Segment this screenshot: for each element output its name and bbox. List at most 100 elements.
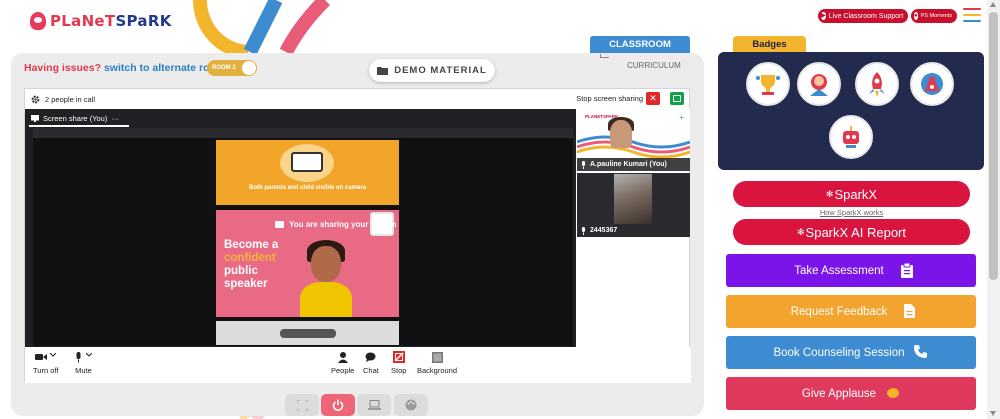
give-applause-button[interactable]: Give Applause — [726, 377, 976, 410]
take-assessment-label: Take Assessment — [794, 264, 884, 277]
gear-icon[interactable] — [31, 95, 40, 104]
video-camera-icon — [35, 354, 48, 360]
demo-material-button[interactable]: DEMO MATERIAL — [369, 59, 495, 82]
robot-badge-icon[interactable] — [829, 115, 873, 159]
shared-screen-content: Both parents and child visible on camera… — [33, 128, 573, 346]
slide-camera-instructions: Both parents and child visible on camera — [216, 140, 399, 205]
request-feedback-button[interactable]: Request Feedback — [726, 295, 976, 328]
stop-share-button[interactable]: Stop — [391, 351, 406, 375]
play-icon: ▶ — [821, 12, 826, 20]
page-scrollbar[interactable] — [987, 0, 1000, 419]
room-toggle[interactable]: ROOM 2 — [207, 60, 257, 76]
palette-button[interactable] — [394, 394, 428, 416]
sparkle-icon: ✻ — [825, 188, 834, 199]
participant-name-tag: A.pauline Kumari (You) — [577, 158, 690, 171]
sparkx-ai-report-button[interactable]: ✻ SparkX AI Report — [733, 219, 970, 245]
chat-button[interactable]: Chat — [363, 351, 379, 375]
background-button[interactable]: Background — [417, 351, 457, 375]
tab-curriculum[interactable]: CURRICULUM — [627, 61, 681, 70]
mute-button[interactable]: Mute — [75, 351, 92, 375]
stop-label: Stop — [391, 366, 407, 375]
speaker-badge-icon[interactable] — [797, 62, 841, 106]
sparkx-report-label: SparkX AI Report — [805, 224, 906, 240]
screen-icon — [275, 221, 284, 228]
stop-share-label: Stop screen sharing — [576, 94, 643, 103]
hamburger-menu-icon[interactable] — [963, 8, 981, 22]
palette-icon — [405, 399, 417, 411]
people-count: 2 people in call — [45, 94, 96, 104]
fullscreen-button[interactable] — [285, 394, 319, 416]
video-call-frame: 2 people in call Stop screen sharing ✕ S… — [24, 88, 691, 383]
stop-share-close-button[interactable]: ✕ — [646, 92, 660, 105]
shared-browser-bar — [33, 128, 573, 138]
folder-icon — [377, 67, 389, 75]
family-tv-icon — [291, 152, 323, 172]
student-illustration — [311, 246, 341, 282]
call-top-bar: 2 people in call Stop screen sharing ✕ — [25, 89, 689, 109]
more-options-icon[interactable]: ··· — [111, 114, 119, 123]
microphone-icon — [582, 226, 585, 235]
chat-bubble-icon — [365, 352, 376, 362]
tab-classroom[interactable]: CLASSROOM — [590, 36, 690, 53]
participant-tile-other[interactable]: 2445367 — [577, 173, 690, 237]
live-support-label: Live Classroom Support — [828, 12, 904, 20]
participant-video — [614, 174, 652, 224]
take-assessment-button[interactable]: Take Assessment — [726, 254, 976, 287]
room-toggle-label: ROOM 2 — [212, 65, 236, 71]
phone-icon — [914, 345, 927, 358]
screen-button[interactable] — [357, 394, 391, 416]
issues-text: Having issues? — [24, 62, 102, 74]
fullscreen-icon — [296, 399, 308, 411]
scrollbar-thumb[interactable] — [989, 12, 998, 280]
clapping-hands-icon — [887, 387, 899, 398]
scroll-up-arrow-icon[interactable] — [990, 2, 996, 7]
ps-moments-button[interactable]: ● PS Moments — [911, 9, 957, 23]
turn-off-label: Turn off — [33, 366, 59, 375]
sharing-message-text: You are sharing your screen — [289, 220, 397, 229]
rocket-badge-icon[interactable] — [855, 62, 899, 106]
slide-headline: Become a confident public speaker — [224, 239, 279, 290]
share-screen-toggle-icon[interactable] — [670, 92, 684, 105]
turn-off-camera-button[interactable]: Turn off — [33, 351, 58, 375]
screen-share-icon — [31, 114, 39, 122]
ps-moments-label: PS Moments — [920, 13, 953, 19]
camera-icon: ● — [914, 12, 918, 20]
chevron-down-icon[interactable] — [50, 353, 57, 357]
presentation-controls — [280, 329, 336, 338]
slide-top-text: Both parents and child visible on camera — [248, 185, 367, 191]
sparkx-button[interactable]: ✻ SparkX — [733, 181, 970, 207]
screen-share-stage: Screen share (You) ··· Both parents and … — [25, 109, 576, 347]
issues-message: Having issues? switch to alternate room — [24, 62, 225, 74]
people-button[interactable]: People — [331, 351, 354, 375]
participant-video — [610, 120, 632, 148]
sparkle-icon: ✻ — [797, 226, 805, 237]
lab-badge-icon[interactable] — [910, 62, 954, 106]
background-icon — [431, 351, 443, 363]
scroll-down-arrow-icon[interactable] — [990, 411, 996, 416]
sparkx-label: SparkX — [834, 186, 878, 202]
live-classroom-support-button[interactable]: ▶ Live Classroom Support — [818, 9, 908, 23]
give-applause-label: Give Applause — [801, 387, 877, 400]
trophy-badge-icon[interactable] — [746, 62, 790, 106]
person-icon — [337, 351, 348, 363]
how-sparkx-works-link[interactable]: How SparkX works — [733, 208, 970, 217]
participant-tile-self[interactable]: PLANETSPARK + A.pauline Kumari (You) — [577, 109, 690, 171]
screen-share-tab-label: Screen share (You) — [43, 113, 108, 123]
clipboard-icon — [901, 263, 913, 278]
chat-label: Chat — [363, 366, 379, 375]
planetspark-logo[interactable]: PLaNeTSPaRK — [30, 12, 172, 30]
chevron-down-icon[interactable] — [86, 352, 92, 357]
participant-name: A.pauline Kumari (You) — [590, 161, 667, 168]
request-feedback-label: Request Feedback — [790, 305, 888, 318]
brand-part-1: PLaNeT — [50, 12, 116, 30]
demo-material-label: DEMO MATERIAL — [394, 65, 487, 76]
planet-logo-icon — [30, 12, 46, 30]
power-icon — [332, 399, 344, 411]
end-class-button[interactable] — [321, 394, 355, 416]
toggle-knob — [242, 61, 256, 75]
brand-part-2: SPaRK — [115, 12, 172, 30]
participant-name-tag: 2445367 — [577, 224, 690, 237]
microphone-icon — [582, 160, 585, 169]
mute-label: Mute — [75, 366, 92, 375]
book-counseling-button[interactable]: Book Counseling Session — [726, 336, 976, 369]
